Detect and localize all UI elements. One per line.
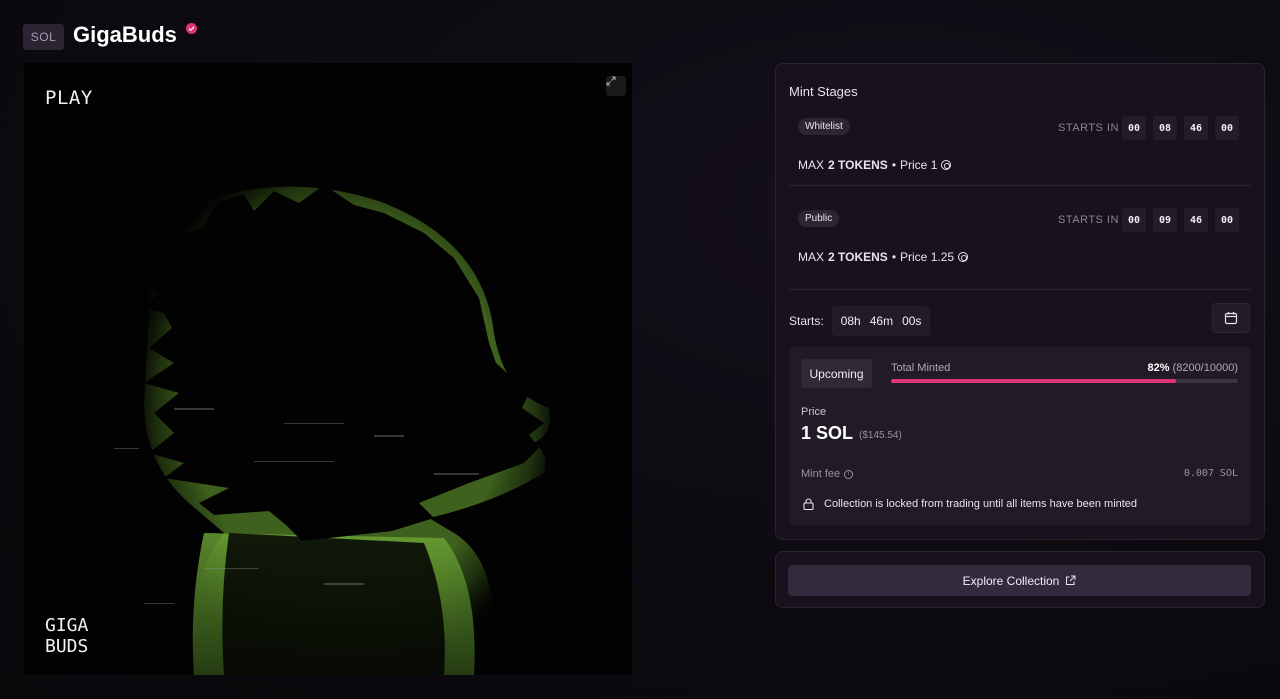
info-icon[interactable]: i [844, 469, 854, 479]
countdown-days: 00 [1122, 116, 1146, 140]
stage-public[interactable]: Public STARTS IN 00 09 46 00 MAX 2 TOKEN… [789, 198, 1251, 290]
total-minted-label: Total Minted [891, 362, 951, 374]
countdown-days: 00 [1122, 208, 1146, 232]
starts-countdown: Starts: 08h 46m 00s [789, 306, 931, 336]
lock-icon [803, 498, 814, 510]
expand-button[interactable] [606, 76, 626, 96]
mint-fee-label: Mint fee i [801, 468, 854, 480]
starts-timer: 08h 46m 00s [831, 306, 931, 336]
price-value: 1 SOL [801, 423, 854, 443]
mint-details-card: Upcoming Total Minted 82% (8200/10000) P… [789, 347, 1251, 525]
lock-notice: Collection is locked from trading until … [803, 498, 1137, 510]
verified-icon [186, 23, 197, 34]
sol-icon [958, 252, 969, 262]
countdown-minutes: 46 [1184, 208, 1208, 232]
status-badge: Upcoming [801, 359, 872, 388]
external-link-icon [1066, 575, 1076, 585]
mint-stages-title: Mint Stages [789, 84, 858, 99]
countdown-minutes: 46 [1184, 116, 1208, 140]
countdown-hours: 08 [1153, 116, 1177, 140]
starts-in-label: STARTS IN [1058, 122, 1119, 134]
explore-panel: Explore Collection [775, 551, 1265, 608]
stage-info: MAX 2 TOKENS • Price 1.25 [798, 250, 969, 264]
mint-panel: Mint Stages Whitelist STARTS IN 00 08 46… [775, 63, 1265, 540]
countdown-seconds: 00 [1215, 208, 1239, 232]
explore-collection-button[interactable]: Explore Collection [788, 565, 1251, 596]
play-label[interactable]: PLAY [45, 87, 93, 109]
countdown-seconds: 00 [1215, 116, 1239, 140]
mint-fee-value: 0.007 SOL [1183, 468, 1238, 479]
price-label: Price [801, 406, 827, 418]
calendar-icon [1224, 312, 1238, 325]
starts-label: Starts: [789, 314, 824, 328]
minted-progress-bar [891, 379, 1238, 383]
mint-page: SOL GigaBuds PLAY GIGA BUDS Mint Stages … [0, 0, 1280, 699]
add-to-calendar-button[interactable] [1212, 303, 1250, 333]
stage-tag: Whitelist [798, 118, 850, 135]
stage-whitelist[interactable]: Whitelist STARTS IN 00 08 46 00 MAX 2 TO… [789, 106, 1251, 186]
silhouette-artwork [114, 185, 550, 675]
stage-tag: Public [798, 210, 840, 227]
collection-title: GigaBuds [73, 22, 177, 47]
stage-info: MAX 2 TOKENS • Price 1 [798, 158, 952, 172]
starts-in-label: STARTS IN [1058, 214, 1119, 226]
minted-progress-text: 82% (8200/10000) [1147, 362, 1238, 374]
price-usd: ($145.54) [859, 430, 902, 441]
artwork-logo: GIGA BUDS [45, 615, 89, 657]
sol-icon [941, 160, 952, 170]
countdown-hours: 09 [1153, 208, 1177, 232]
chain-badge: SOL [23, 24, 64, 50]
minted-progress-fill [891, 379, 1176, 383]
collection-artwork: PLAY GIGA BUDS [24, 63, 632, 675]
expand-icon [606, 76, 616, 86]
